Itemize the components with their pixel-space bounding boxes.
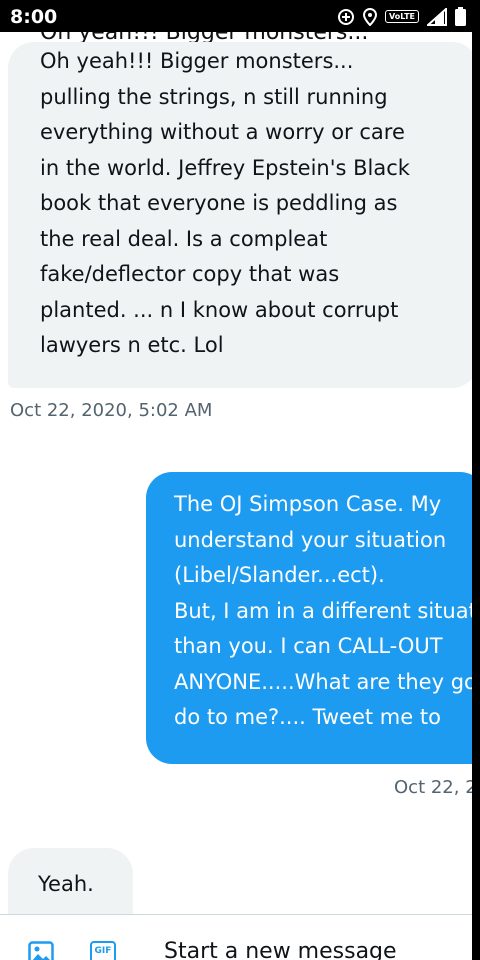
message-line: book that everyone is peddling as bbox=[40, 191, 398, 215]
message-timestamp: Oct 22, 2020 bbox=[394, 777, 472, 798]
message-line: ANYONE.....What are they going bbox=[174, 669, 472, 694]
message-line: understand your situation bbox=[174, 527, 447, 552]
message-line: pulling the strings, n still running bbox=[40, 84, 388, 109]
message-input[interactable]: Start a new message bbox=[164, 939, 397, 960]
message-text: Oh yeah!!! Bigger monsters... pulling th… bbox=[40, 44, 410, 364]
image-icon[interactable] bbox=[28, 941, 54, 960]
message-line: But, I am in a different situation bbox=[174, 598, 472, 623]
message-line: (Libel/Slander...ect). bbox=[174, 563, 385, 587]
sent-message-bubble[interactable]: The OJ Simpson Case. My understand your … bbox=[146, 472, 472, 764]
status-time: 8:00 bbox=[10, 6, 58, 28]
message-composer: GIF Start a new message bbox=[0, 914, 472, 960]
message-line: lawyers n etc. Lol bbox=[40, 333, 224, 357]
gif-label: GIF bbox=[94, 946, 112, 956]
message-line: Oh yeah!!! Bigger monsters... bbox=[40, 49, 354, 73]
location-icon bbox=[363, 7, 378, 26]
message-text: The OJ Simpson Case. My understand your … bbox=[174, 487, 472, 736]
volte-badge: VoLTE bbox=[385, 10, 419, 23]
signal-icon bbox=[427, 7, 447, 26]
message-line: The OJ Simpson Case. My bbox=[174, 492, 442, 516]
message-line: than you. I can CALL-OUT bbox=[174, 634, 443, 658]
conversation-view[interactable]: Oh yeah!!! Bigger monsters... Oh yeah!!!… bbox=[0, 32, 472, 960]
message-line: fake/deflector copy that was bbox=[40, 262, 340, 286]
message-line: in the world. Jeffrey Epstein's Black bbox=[40, 155, 410, 180]
message-text: Yeah. bbox=[38, 872, 94, 896]
message-line: everything without a worry or care bbox=[40, 120, 405, 144]
data-saver-icon bbox=[338, 8, 355, 25]
received-message-bubble[interactable]: Oh yeah!!! Bigger monsters... pulling th… bbox=[8, 42, 472, 388]
message-line: the real deal. Is a compleat bbox=[40, 226, 328, 251]
gif-button[interactable]: GIF bbox=[90, 941, 116, 960]
status-icons: VoLTE bbox=[337, 7, 466, 26]
message-line: planted. ... n I know about corrupt bbox=[40, 297, 399, 322]
message-timestamp: Oct 22, 2020, 5:02 AM bbox=[10, 400, 213, 421]
battery-icon bbox=[455, 7, 466, 26]
message-line: do to me?.... Tweet me to bbox=[174, 705, 441, 729]
status-bar: 8:00 VoLTE bbox=[0, 0, 480, 34]
